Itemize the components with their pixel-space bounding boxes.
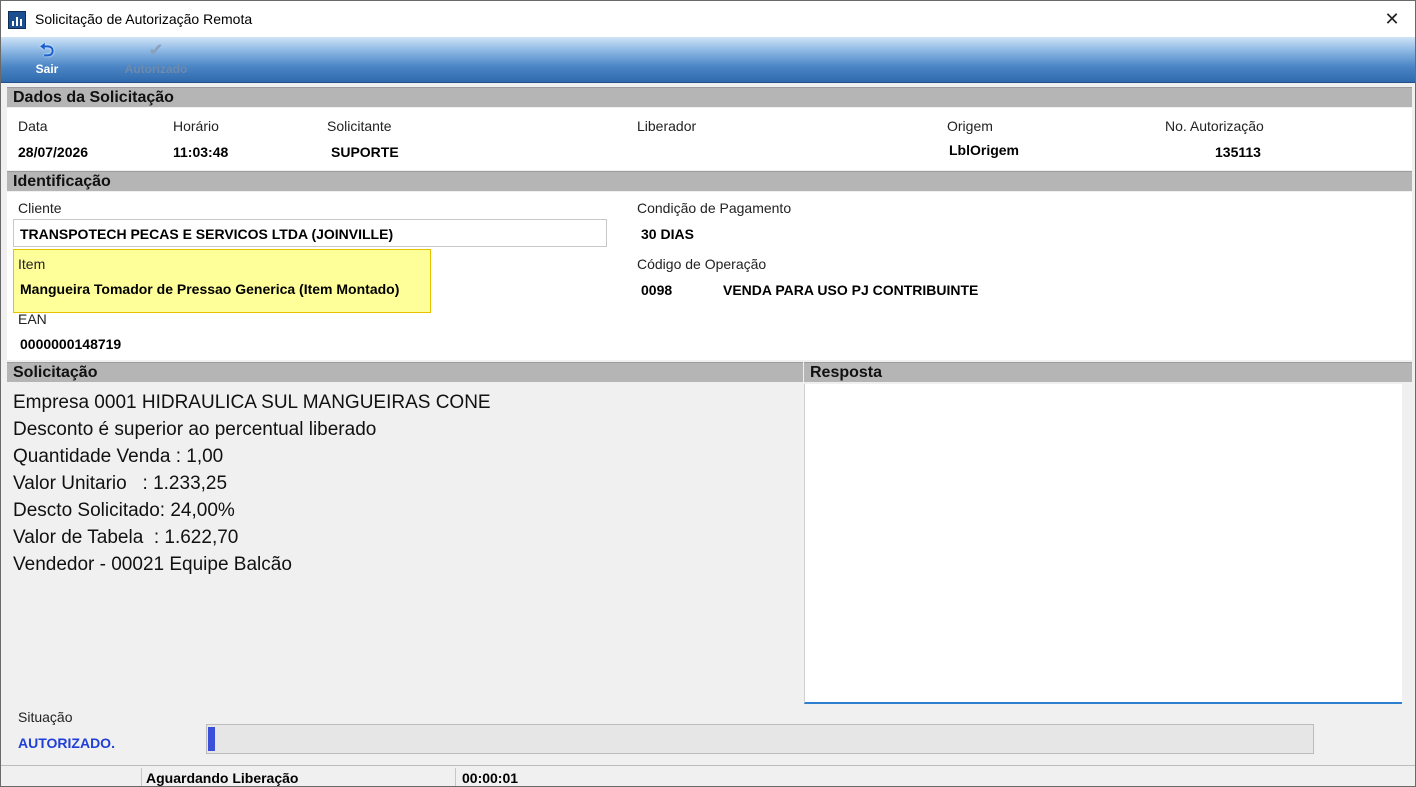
item-label: Item	[18, 256, 46, 272]
solicitacao-line: Valor de Tabela : 1.622,70	[13, 527, 239, 548]
resposta-section-header: Resposta	[804, 362, 1412, 382]
autorizacao-label: No. Autorização	[1165, 118, 1264, 134]
liberador-label: Liberador	[637, 118, 697, 134]
dados-section-header: Dados da Solicitação	[7, 87, 1412, 107]
progress-bar	[206, 724, 1314, 754]
operacao-desc: VENDA PARA USO PJ CONTRIBUINTE	[723, 282, 979, 298]
solicitacao-line: Quantidade Venda : 1,00	[13, 446, 224, 467]
title-bar: Solicitação de Autorização Remota ✕	[1, 1, 1415, 37]
autorizacao-value: 135113	[1215, 144, 1261, 160]
resposta-textarea[interactable]	[804, 384, 1402, 704]
app-chart-icon	[8, 11, 26, 29]
solicitacao-line: Valor Unitario : 1.233,25	[13, 473, 228, 494]
solicitacao-text: Empresa 0001 HIDRAULICA SUL MANGUEIRAS C…	[7, 384, 803, 704]
solicitacao-line: Vendedor - 00021 Equipe Balcão	[13, 554, 292, 575]
autorizado-button[interactable]: ✔ Autorizado	[111, 39, 201, 81]
checkmark-icon: ✔	[148, 40, 164, 60]
solicitacao-section-header: Solicitação	[7, 362, 803, 382]
data-label: Data	[18, 118, 48, 134]
solicitacao-line: Desconto é superior ao percentual libera…	[13, 419, 377, 440]
condicao-label: Condição de Pagamento	[637, 200, 792, 216]
item-value: Mangueira Tomador de Pressao Generica (I…	[20, 281, 400, 297]
toolbar: ⮌ Sair ✔ Autorizado	[1, 37, 1415, 83]
autorizado-label: Autorizado	[124, 62, 188, 76]
operacao-code: 0098	[641, 282, 673, 298]
horario-label: Horário	[173, 118, 219, 134]
window-title: Solicitação de Autorização Remota	[35, 11, 253, 27]
situacao-label: Situação	[18, 709, 73, 725]
situacao-value: AUTORIZADO.	[18, 735, 115, 751]
data-value: 28/07/2026	[18, 144, 89, 160]
ean-label: EAN	[18, 311, 47, 327]
solicitacao-line: Empresa 0001 HIDRAULICA SUL MANGUEIRAS C…	[13, 392, 491, 413]
undo-arrow-icon: ⮌	[39, 40, 55, 60]
origem-value: LblOrigem	[949, 142, 1020, 158]
close-button[interactable]: ✕	[1369, 1, 1415, 37]
sair-button[interactable]: ⮌ Sair	[29, 39, 65, 81]
operacao-label: Código de Operação	[637, 256, 767, 272]
status-text: Aguardando Liberação	[146, 770, 299, 786]
solicitacao-line: Descto Solicitado: 24,00%	[13, 500, 235, 521]
ean-value: 0000000148719	[20, 336, 122, 352]
progress-fill	[208, 727, 215, 751]
condicao-value: 30 DIAS	[641, 226, 694, 242]
status-timer: 00:00:01	[462, 770, 519, 786]
cliente-label: Cliente	[18, 200, 62, 216]
solicitante-label: Solicitante	[327, 118, 392, 134]
cliente-value: TRANSPOTECH PECAS E SERVICOS LTDA (JOINV…	[20, 226, 394, 242]
status-bar: Aguardando Liberação 00:00:01	[1, 765, 1415, 786]
sair-label: Sair	[35, 62, 59, 76]
identificacao-section-header: Identificação	[7, 171, 1412, 191]
origem-label: Origem	[947, 118, 993, 134]
horario-value: 11:03:48	[173, 144, 229, 160]
authorization-window: Solicitação de Autorização Remota ✕ ⮌ Sa…	[0, 0, 1416, 787]
solicitante-value: SUPORTE	[331, 144, 399, 160]
